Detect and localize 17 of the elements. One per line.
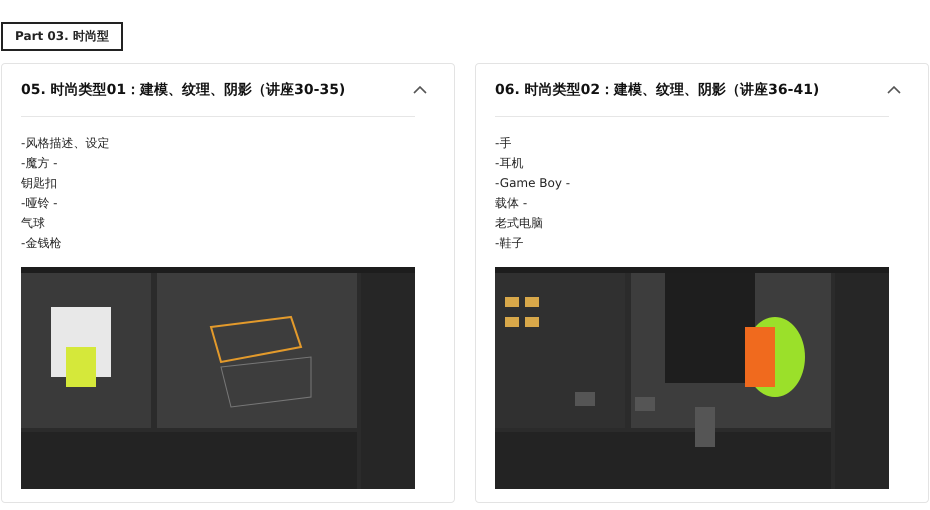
chevron-up-icon[interactable] xyxy=(887,86,901,94)
lesson-item: -手 xyxy=(495,135,512,152)
section-title: 05. 时尚类型01：建模、纹理、阴影（讲座30-35) xyxy=(21,81,346,99)
lesson-item: -耳机 xyxy=(495,155,524,172)
lesson-item: -风格描述、设定 xyxy=(21,135,110,152)
lesson-item: -魔方 - xyxy=(21,155,58,172)
lesson-item: 钥匙扣 xyxy=(21,175,58,192)
lesson-item: 气球 xyxy=(21,215,46,232)
chevron-up-icon[interactable] xyxy=(413,86,427,94)
lesson-item: -鞋子 xyxy=(495,235,524,252)
lesson-item: -Game Boy - xyxy=(495,175,572,192)
lesson-item: 老式电脑 xyxy=(495,215,544,232)
lesson-item: -哑铃 - xyxy=(21,195,58,212)
section-label: Part 03. 时尚型 xyxy=(1,22,123,51)
lesson-item: -金钱枪 xyxy=(21,235,62,252)
section-title: 06. 时尚类型02：建模、纹理、阴影（讲座36-41) xyxy=(495,81,820,99)
lesson-item: 载体 - xyxy=(495,195,528,212)
